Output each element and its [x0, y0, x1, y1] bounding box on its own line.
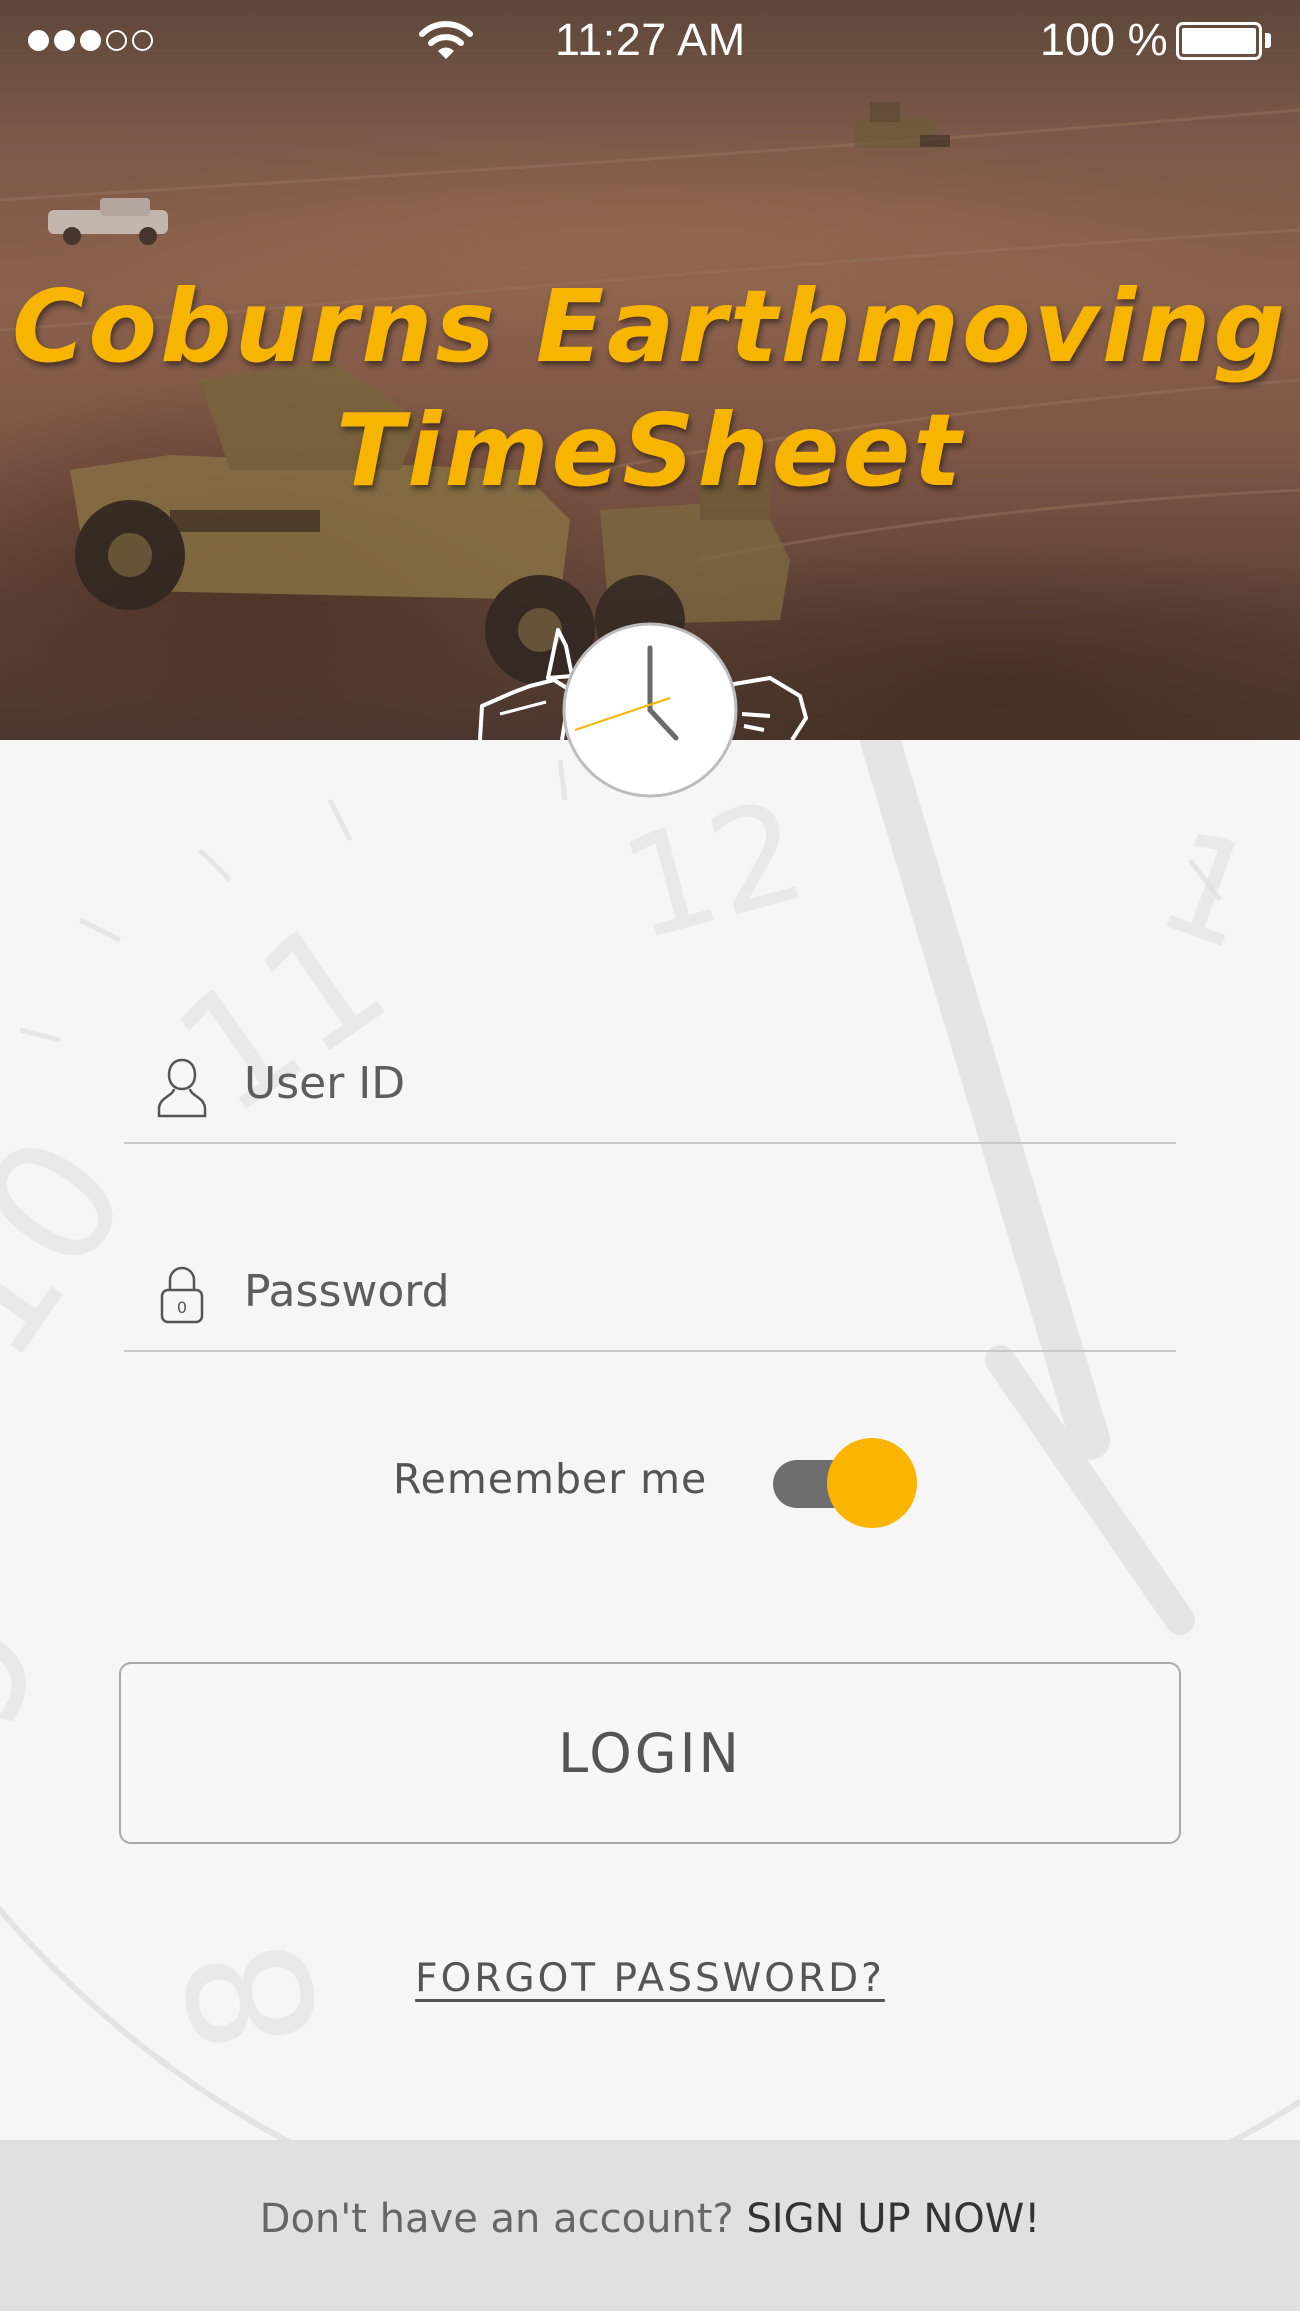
app-title-line1: Coburns Earthmoving	[12, 268, 1288, 385]
remember-me-label: Remember me	[393, 1455, 708, 1503]
user-id-input[interactable]	[244, 1048, 1144, 1118]
app-title-line2: TimeSheet	[335, 392, 965, 509]
signup-footer: Don't have an account? SIGN UP NOW!	[0, 2140, 1300, 2311]
remember-me-toggle[interactable]	[773, 1438, 917, 1528]
password-field: 0	[124, 1244, 1176, 1352]
signup-prompt: Don't have an account? SIGN UP NOW!	[0, 2196, 1300, 2242]
padlock-icon: 0	[160, 1266, 204, 1324]
signal-dot	[132, 30, 153, 51]
svg-text:1: 1	[1138, 799, 1277, 983]
status-time: 11:27 AM	[555, 14, 746, 65]
clock-face-background: 12 11 1 10 9 8	[0, 740, 1300, 2140]
status-bar: 11:27 AM 100 %	[0, 0, 1300, 84]
user-id-field	[124, 1036, 1176, 1144]
battery-percent: 100 %	[1040, 14, 1168, 65]
battery-icon	[1176, 22, 1262, 60]
toggle-knob	[827, 1438, 917, 1528]
forgot-password-link[interactable]: FORGOT PASSWORD?	[0, 1956, 1300, 2001]
signal-dot	[106, 30, 127, 51]
battery-level	[1182, 28, 1256, 54]
signal-dot	[80, 30, 101, 51]
signup-question: Don't have an account?	[259, 2196, 734, 2242]
battery-tip	[1265, 33, 1271, 48]
user-icon	[157, 1058, 207, 1118]
cellular-signal-icon	[28, 30, 153, 51]
signal-dot	[28, 30, 49, 51]
clock-and-paper-icon	[478, 622, 808, 798]
password-input[interactable]	[244, 1256, 1144, 1326]
app-title: Coburns Earthmoving TimeSheet	[0, 265, 1300, 513]
svg-text:9: 9	[0, 1595, 78, 1751]
login-button[interactable]: LOGIN	[119, 1662, 1181, 1844]
signal-dot	[54, 30, 75, 51]
login-panel: 12 11 1 10 9 8 0 Remember me LOGIN	[0, 740, 1300, 2140]
wifi-icon	[419, 21, 473, 59]
svg-text:0: 0	[177, 1298, 187, 1317]
signup-link[interactable]: SIGN UP NOW!	[746, 2196, 1040, 2242]
